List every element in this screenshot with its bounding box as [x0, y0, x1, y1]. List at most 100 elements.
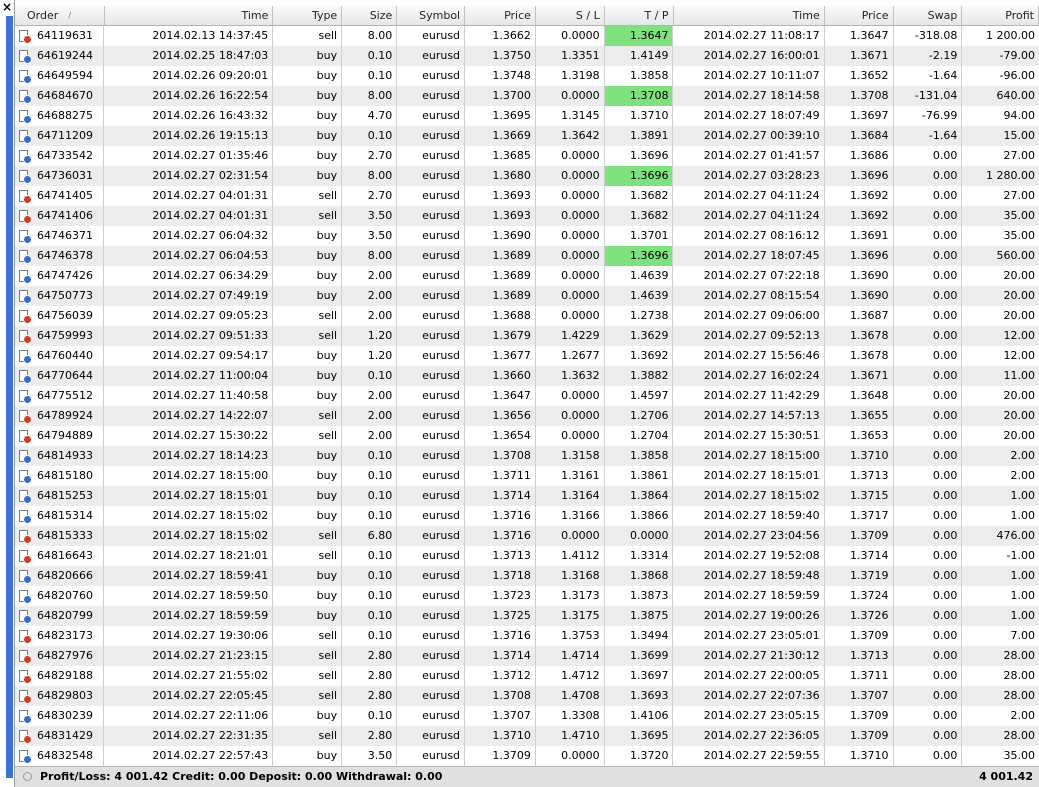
cell-open-time: 2014.02.27 04:01:31 — [104, 206, 274, 226]
cell-take-profit: 1.3629 — [605, 326, 674, 346]
table-row[interactable]: 64814933 2014.02.27 18:14:23 buy 0.10 eurusd… — [15, 446, 1039, 466]
cell-trade-type: buy — [273, 466, 343, 486]
table-row[interactable]: 64759993 2014.02.27 09:51:33 sell 1.20 eurus… — [15, 326, 1039, 346]
table-row[interactable]: 64794889 2014.02.27 15:30:22 sell 2.00 eurus… — [15, 426, 1039, 446]
table-row[interactable]: 64747426 2014.02.27 06:34:29 buy 2.00 eurusd… — [15, 266, 1039, 286]
cell-take-profit: 1.3875 — [605, 606, 674, 626]
cell-lot-size: 4.70 — [342, 106, 398, 126]
cell-take-profit: 1.2706 — [605, 406, 674, 426]
cell-stop-loss: 1.2677 — [536, 346, 605, 366]
table-row[interactable]: 64775512 2014.02.27 11:40:58 buy 2.00 eurusd… — [15, 386, 1039, 406]
cell-take-profit: 1.3682 — [605, 206, 674, 226]
cell-lot-size: 2.80 — [342, 686, 398, 706]
cell-symbol: eurusd — [397, 186, 466, 206]
table-row[interactable]: 64746371 2014.02.27 06:04:32 buy 3.50 eurusd… — [15, 226, 1039, 246]
table-row[interactable]: 64815180 2014.02.27 18:15:00 buy 0.10 eurusd… — [15, 466, 1039, 486]
cell-symbol: eurusd — [397, 686, 466, 706]
cell-open-time: 2014.02.26 16:22:54 — [104, 86, 274, 106]
col-header-take-profit[interactable]: T / P — [605, 6, 674, 25]
history-table: Order / Time Type Size Symbol Price S / L… — [15, 6, 1039, 766]
cell-open-price: 1.3662 — [465, 26, 536, 46]
table-row[interactable]: 64741406 2014.02.27 04:01:31 sell 3.50 eurus… — [15, 206, 1039, 226]
table-row[interactable]: 64830239 2014.02.27 22:11:06 buy 0.10 eurusd… — [15, 706, 1039, 726]
cell-order-id: 64815253 — [15, 486, 105, 506]
cell-close-price: 1.3709 — [825, 526, 894, 546]
table-row[interactable]: 64119631 2014.02.13 14:37:45 sell 8.00 eurus… — [15, 26, 1039, 46]
cell-trade-type: sell — [273, 306, 343, 326]
close-icon[interactable]: × — [2, 1, 12, 13]
cell-take-profit: 1.3647 — [604, 26, 674, 46]
col-header-stop-loss[interactable]: S / L — [536, 6, 605, 25]
table-row[interactable]: 64820799 2014.02.27 18:59:59 buy 0.10 eurusd… — [15, 606, 1039, 626]
table-row[interactable]: 64827976 2014.02.27 21:23:15 sell 2.80 eurus… — [15, 646, 1039, 666]
table-row[interactable]: 64820666 2014.02.27 18:59:41 buy 0.10 eurusd… — [15, 566, 1039, 586]
cell-lot-size: 2.00 — [342, 386, 398, 406]
col-header-open-price[interactable]: Price — [465, 6, 536, 25]
cell-order-id: 64711209 — [15, 126, 105, 146]
cell-swap: 0.00 — [894, 466, 963, 486]
table-row[interactable]: 64829188 2014.02.27 21:55:02 sell 2.80 eurus… — [15, 666, 1039, 686]
table-row[interactable]: 64816643 2014.02.27 18:21:01 sell 0.10 eurus… — [15, 546, 1039, 566]
table-row[interactable]: 64829803 2014.02.27 22:05:45 sell 2.80 eurus… — [15, 686, 1039, 706]
status-footer: Profit/Loss: 4 001.42 Credit: 0.00 Depos… — [15, 766, 1039, 787]
table-row[interactable]: 64831429 2014.02.27 22:31:35 sell 2.80 eurus… — [15, 726, 1039, 746]
col-header-type[interactable]: Type — [273, 6, 343, 25]
col-header-order[interactable]: Order / — [15, 6, 105, 25]
cell-symbol: eurusd — [397, 546, 466, 566]
table-row[interactable]: 64823173 2014.02.27 19:30:06 sell 0.10 eurus… — [15, 626, 1039, 646]
cell-open-price: 1.3689 — [465, 266, 536, 286]
table-row[interactable]: 64688275 2014.02.26 16:43:32 buy 4.70 eurusd… — [15, 106, 1039, 126]
sell-order-icon — [19, 649, 32, 664]
cell-close-time: 2014.02.27 00:39:10 — [673, 126, 825, 146]
table-row[interactable]: 64789924 2014.02.27 14:22:07 sell 2.00 eurus… — [15, 406, 1039, 426]
table-row[interactable]: 64756039 2014.02.27 09:05:23 sell 2.00 eurus… — [15, 306, 1039, 326]
col-header-symbol[interactable]: Symbol — [397, 6, 466, 25]
table-row[interactable]: 64815314 2014.02.27 18:15:02 buy 0.10 eurusd… — [15, 506, 1039, 526]
cell-close-time: 2014.02.27 18:07:45 — [673, 246, 825, 266]
table-row[interactable]: 64815253 2014.02.27 18:15:01 buy 0.10 eurusd… — [15, 486, 1039, 506]
table-row[interactable]: 64741405 2014.02.27 04:01:31 sell 2.70 eurus… — [15, 186, 1039, 206]
cell-lot-size: 0.10 — [342, 566, 398, 586]
cell-order-id: 64820666 — [15, 566, 105, 586]
cell-order-id: 64688275 — [15, 106, 105, 126]
table-row[interactable]: 64746378 2014.02.27 06:04:53 buy 8.00 eurusd… — [15, 246, 1039, 266]
table-row[interactable]: 64736031 2014.02.27 02:31:54 buy 8.00 eurusd… — [15, 166, 1039, 186]
table-row[interactable]: 64619244 2014.02.25 18:47:03 buy 0.10 eurusd… — [15, 46, 1039, 66]
col-header-open-time[interactable]: Time — [105, 6, 274, 25]
table-row[interactable]: 64711209 2014.02.26 19:15:13 buy 0.10 eurusd… — [15, 126, 1039, 146]
table-row[interactable]: 64832548 2014.02.27 22:57:43 buy 3.50 eurusd… — [15, 746, 1039, 766]
cell-order-id: 64746371 — [15, 226, 105, 246]
table-row[interactable]: 64649594 2014.02.26 09:20:01 buy 0.10 eurusd… — [15, 66, 1039, 86]
sell-order-icon — [19, 329, 32, 344]
cell-open-price: 1.3680 — [465, 166, 536, 186]
cell-open-time: 2014.02.27 09:05:23 — [104, 306, 274, 326]
table-row[interactable]: 64815333 2014.02.27 18:15:02 sell 6.80 eurus… — [15, 526, 1039, 546]
cell-trade-type: buy — [273, 746, 343, 766]
table-row[interactable]: 64733542 2014.02.27 01:35:46 buy 2.70 eurusd… — [15, 146, 1039, 166]
cell-swap: 0.00 — [894, 346, 963, 366]
col-header-profit[interactable]: Profit — [962, 6, 1039, 25]
col-header-close-price[interactable]: Price — [825, 6, 894, 25]
cell-close-time: 2014.02.27 18:59:59 — [673, 586, 825, 606]
cell-symbol: eurusd — [397, 326, 466, 346]
table-row[interactable]: 64684670 2014.02.26 16:22:54 buy 8.00 eurusd… — [15, 86, 1039, 106]
cell-profit: 2.00 — [1010, 709, 1036, 722]
cell-open-time: 2014.02.27 15:30:22 — [104, 426, 274, 446]
cell-order-id: 64814933 — [15, 446, 105, 466]
cell-order-id: 64760440 — [15, 346, 105, 366]
cell-close-time: 2014.02.27 19:00:26 — [673, 606, 825, 626]
table-row[interactable]: 64770644 2014.02.27 11:00:04 buy 0.10 eurusd… — [15, 366, 1039, 386]
cell-open-time: 2014.02.27 19:30:06 — [104, 626, 274, 646]
cell-trade-type: buy — [273, 586, 343, 606]
cell-close-time: 2014.02.27 15:56:46 — [673, 346, 825, 366]
table-row[interactable]: 64820760 2014.02.27 18:59:50 buy 0.10 eurusd… — [15, 586, 1039, 606]
cell-swap: 0.00 — [894, 186, 963, 206]
cell-lot-size: 1.20 — [342, 346, 398, 366]
table-row[interactable]: 64750773 2014.02.27 07:49:19 buy 2.00 eurusd… — [15, 286, 1039, 306]
table-row[interactable]: 64760440 2014.02.27 09:54:17 buy 1.20 eurusd… — [15, 346, 1039, 366]
col-header-size[interactable]: Size — [342, 6, 398, 25]
col-header-close-time[interactable]: Time — [674, 6, 825, 25]
sell-order-icon — [19, 29, 32, 44]
col-header-swap[interactable]: Swap — [894, 6, 963, 25]
cell-open-time: 2014.02.27 18:59:50 — [104, 586, 274, 606]
